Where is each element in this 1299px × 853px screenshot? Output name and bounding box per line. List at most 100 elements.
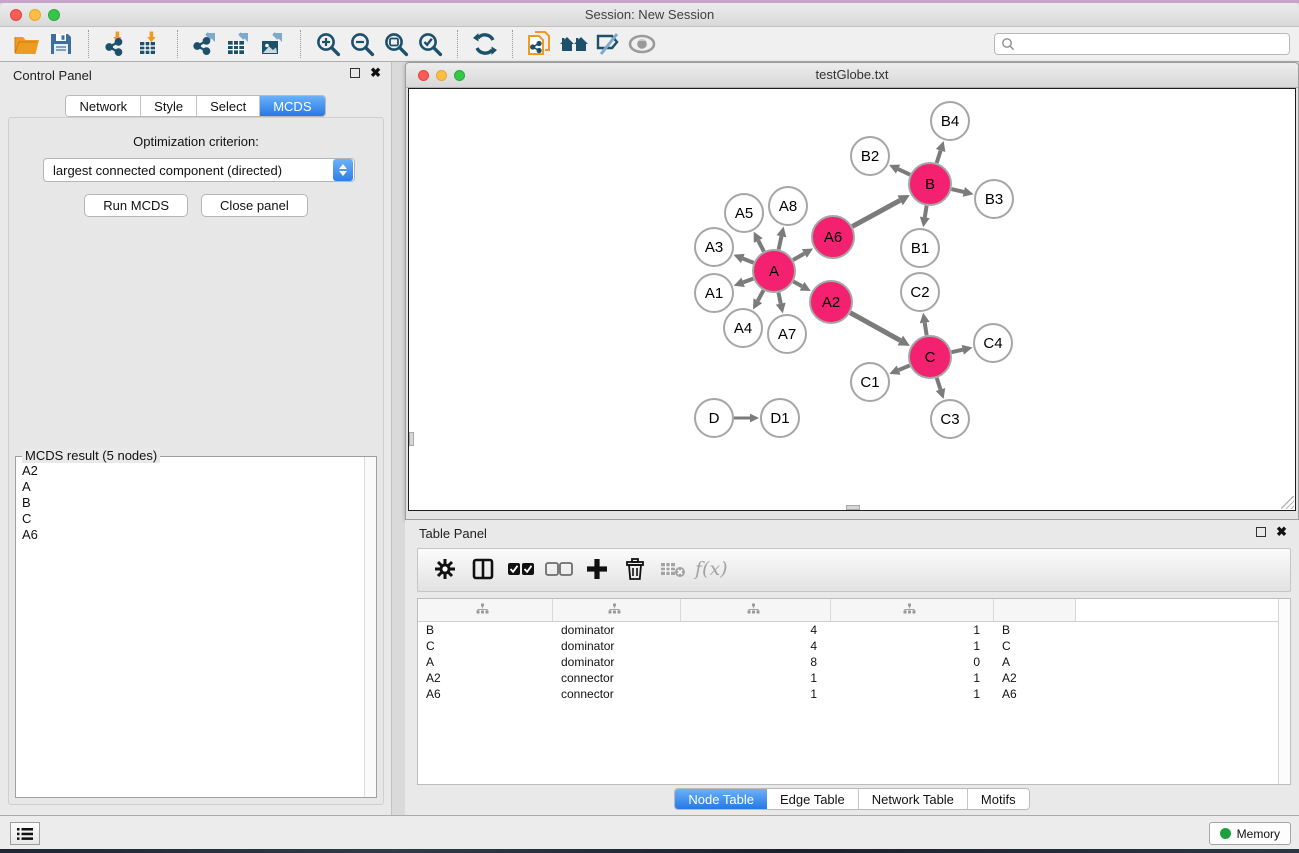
network-canvas[interactable]: B4B2BB3A5A8A6A3B1AC2A1A2A4A7C4CC1C3DD1 [408,88,1296,511]
table-row[interactable]: Bdominator41B [418,622,1290,638]
tab-select[interactable]: Select [197,96,260,116]
node-C4[interactable]: C4 [974,324,1012,362]
edge-B-B4[interactable] [937,151,941,163]
edge-A2-C[interactable] [850,313,900,341]
run-mcds-button[interactable]: Run MCDS [84,194,188,217]
export-image-button[interactable] [256,30,290,58]
tab-node-table[interactable]: Node Table [675,789,767,809]
vertical-scroll-thumb[interactable] [409,432,414,446]
show-all-eye-button[interactable] [625,30,659,58]
result-item[interactable]: B [22,495,358,511]
edge-B-B2[interactable] [898,169,910,175]
node-A6[interactable]: A6 [812,216,854,258]
search-box[interactable] [994,33,1290,55]
save-session-button[interactable] [44,30,78,58]
edge-A-A5[interactable] [758,241,764,252]
node-B[interactable]: B [909,163,951,205]
table-row[interactable]: A2connector11A2 [418,670,1290,686]
node-A1[interactable]: A1 [695,274,733,312]
delete-button[interactable] [618,553,652,587]
export-table-button[interactable] [222,30,256,58]
cell[interactable]: B [418,622,553,638]
tab-network[interactable]: Network [66,96,141,116]
cell[interactable]: connector [553,670,681,686]
edge-A-A1[interactable] [743,279,753,283]
select-all-button[interactable] [504,553,538,587]
tab-mcds[interactable]: MCDS [260,96,324,116]
edge-A-A3[interactable] [743,259,754,263]
column-header-MCDS-role[interactable] [553,599,681,621]
cell[interactable]: A [418,654,553,670]
network-window-titlebar[interactable]: testGlobe.txt [406,63,1298,88]
result-item[interactable]: A [22,479,358,495]
import-table-button[interactable] [133,30,167,58]
search-input[interactable] [1015,37,1289,51]
node-D1[interactable]: D1 [761,399,799,437]
hide-labels-button[interactable] [591,30,625,58]
import-network-button[interactable] [99,30,133,58]
node-A2[interactable]: A2 [810,281,852,323]
close-panel-button[interactable]: Close panel [201,194,308,217]
cell[interactable]: A2 [994,670,1076,686]
cell[interactable]: 1 [831,686,994,702]
node-A7[interactable]: A7 [768,315,806,353]
node-C3[interactable]: C3 [931,400,969,438]
tab-motifs[interactable]: Motifs [968,789,1029,809]
tab-edge-table[interactable]: Edge Table [767,789,859,809]
table-scrollbar[interactable] [1278,599,1290,784]
node-A3[interactable]: A3 [695,228,733,266]
cell[interactable]: A2 [418,670,553,686]
cell[interactable]: 1 [681,670,831,686]
tab-network-table[interactable]: Network Table [859,789,968,809]
zoom-selected-button[interactable] [413,30,447,58]
task-history-button[interactable] [10,822,40,845]
edge-A6-B[interactable] [852,200,900,226]
node-B2[interactable]: B2 [851,137,889,175]
cell[interactable]: A6 [418,686,553,702]
column-header-shared-name[interactable] [418,599,553,621]
cell[interactable]: A6 [994,686,1076,702]
column-header-name[interactable] [994,599,1076,621]
edge-A-A8[interactable] [779,236,782,249]
float-table-panel-icon[interactable] [1256,527,1266,537]
edge-A-A2[interactable] [793,282,802,287]
cell[interactable]: connector [553,686,681,702]
cell[interactable]: dominator [553,638,681,654]
node-B4[interactable]: B4 [931,102,969,140]
edge-A-A7[interactable] [778,293,780,304]
cell[interactable]: 1 [831,622,994,638]
cell[interactable]: dominator [553,622,681,638]
result-item[interactable]: A2 [22,463,358,479]
edge-A-A6[interactable] [793,253,804,260]
cell[interactable]: 4 [681,622,831,638]
node-C2[interactable]: C2 [901,273,939,311]
edge-C-C3[interactable] [937,378,941,390]
add-button[interactable] [580,553,614,587]
home-button[interactable] [557,30,591,58]
memory-button[interactable]: Memory [1209,822,1291,845]
node-A[interactable]: A [753,250,795,292]
node-B1[interactable]: B1 [901,229,939,267]
tab-style[interactable]: Style [141,96,197,116]
node-D[interactable]: D [695,399,733,437]
cell[interactable]: 1 [681,686,831,702]
cell[interactable]: A [994,654,1076,670]
cell[interactable]: C [418,638,553,654]
edge-C-C1[interactable] [899,365,910,370]
column-header-predecessor-nodes[interactable] [831,599,994,621]
edge-C-C4[interactable] [951,350,962,353]
node-A4[interactable]: A4 [724,309,762,347]
open-session-button[interactable] [10,30,44,58]
cell[interactable]: 4 [681,638,831,654]
node-B3[interactable]: B3 [975,180,1013,218]
cell[interactable]: 1 [831,670,994,686]
resize-grip[interactable] [1281,496,1294,509]
zoom-fit-button[interactable] [379,30,413,58]
close-panel-icon[interactable]: ✖ [370,68,381,78]
node-A8[interactable]: A8 [769,187,807,225]
close-table-panel-icon[interactable]: ✖ [1276,527,1287,537]
result-scrollbar[interactable] [364,457,376,797]
table-row[interactable]: Adominator80A [418,654,1290,670]
edge-A-A4[interactable] [758,290,764,300]
table-row[interactable]: Cdominator41C [418,638,1290,654]
